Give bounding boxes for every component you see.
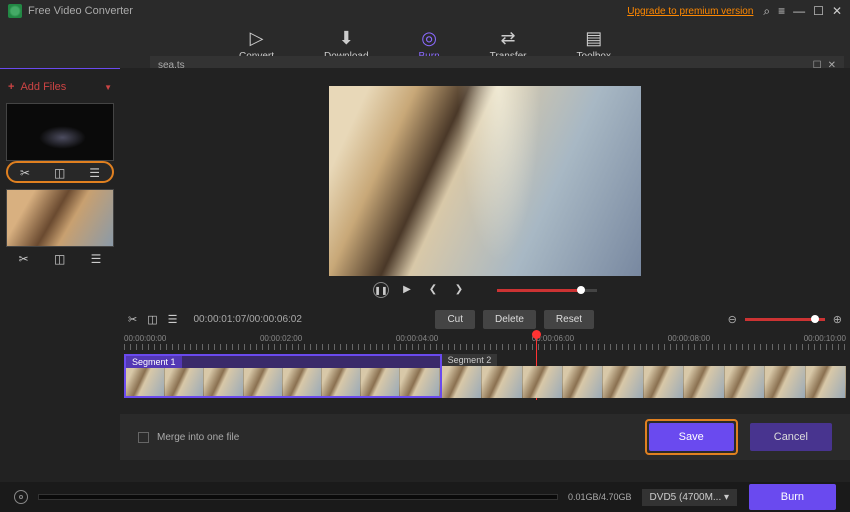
save-button[interactable]: Save: [649, 423, 734, 451]
ruler-tick: 00:00:02:00: [260, 334, 302, 343]
burn-button[interactable]: Burn: [749, 484, 836, 510]
stop-button[interactable]: ▶: [399, 282, 415, 298]
close-icon[interactable]: ✕: [832, 4, 842, 18]
zoom-slider[interactable]: [745, 318, 825, 321]
clip-tools-highlighted: ✂ ◫ ☰: [6, 161, 114, 183]
timecode: 00:00:01:07/00:00:06:02: [194, 314, 302, 325]
toolbox-icon: ▤: [585, 28, 602, 49]
chevron-down-icon: ▼: [104, 83, 112, 92]
segment-2[interactable]: Segment 2: [442, 354, 846, 398]
adjust-icon[interactable]: ☰: [89, 166, 100, 180]
edit-toolbar: ✂ ◫ ☰ 00:00:01:07/00:00:06:02 Cut Delete…: [120, 308, 850, 330]
segment-label: Segment 2: [442, 354, 498, 366]
search-icon[interactable]: ⌕: [763, 4, 770, 19]
disc-icon: [14, 490, 28, 504]
cut-icon[interactable]: ✂: [20, 166, 30, 180]
play-icon: ▷: [250, 28, 264, 49]
footer: 0.01GB/4.70GB DVD5 (4700M... ▾ Burn: [0, 482, 850, 512]
adjust-icon[interactable]: ☰: [168, 313, 178, 326]
ruler-tick: 00:00:04:00: [396, 334, 438, 343]
delete-button[interactable]: Delete: [483, 310, 536, 329]
zoom-in-icon[interactable]: ⊕: [833, 313, 842, 326]
clip-thumbnail: [6, 189, 114, 247]
download-icon: ⬇: [339, 28, 354, 49]
crop-icon[interactable]: ◫: [54, 166, 65, 180]
cut-icon[interactable]: ✂: [128, 313, 137, 326]
save-highlight: Save: [645, 419, 738, 455]
merge-label: Merge into one file: [157, 432, 239, 443]
seek-slider[interactable]: [497, 289, 597, 292]
clip-2[interactable]: ✂ ◫ ☰: [6, 189, 114, 269]
zoom-control: ⊖ ⊕: [728, 313, 842, 326]
add-files-button[interactable]: + Add Files ▼: [6, 77, 114, 103]
app-title: Free Video Converter: [28, 5, 133, 17]
cut-button[interactable]: Cut: [435, 310, 475, 329]
disc-select-label: DVD5 (4700M...: [650, 492, 722, 503]
storage-text: 0.01GB/4.70GB: [568, 492, 632, 502]
ruler-tick: 00:00:00:00: [124, 334, 166, 343]
merge-checkbox[interactable]: [138, 432, 149, 443]
app-icon: [8, 4, 22, 18]
track: Segment 1 Segment 2: [124, 354, 846, 398]
disc-select[interactable]: DVD5 (4700M... ▾: [642, 489, 738, 506]
segment-label: Segment 1: [126, 356, 182, 368]
clip-tools: ✂ ◫ ☰: [6, 247, 114, 269]
zoom-out-icon[interactable]: ⊖: [728, 313, 737, 326]
editor-panel: ❚❚ ▶ ❮ ❯ ✂ ◫ ☰ 00:00:01:07/00:00:06:02 C…: [120, 68, 850, 512]
crop-icon[interactable]: ◫: [54, 252, 65, 266]
storage-bar: [38, 494, 558, 500]
cut-icon[interactable]: ✂: [19, 252, 29, 266]
add-files-label: Add Files: [20, 81, 66, 93]
cancel-button[interactable]: Cancel: [750, 423, 832, 451]
window-controls: ⌕ ≡ — ☐ ✕: [763, 4, 842, 19]
clip-1[interactable]: ✂ ◫ ☰: [6, 103, 114, 183]
disc-icon: ◎: [421, 28, 437, 49]
sidebar: + Add Files ▼ ✂ ◫ ☰ ✂ ◫ ☰: [0, 68, 120, 512]
ruler[interactable]: 00:00:00:00 00:00:02:00 00:00:04:00 00:0…: [120, 332, 850, 350]
plus-icon: +: [8, 81, 14, 93]
next-frame-button[interactable]: ❯: [451, 282, 467, 298]
ruler-tick: 00:00:10:00: [804, 334, 846, 343]
maximize-icon[interactable]: ☐: [813, 4, 824, 18]
minimize-icon[interactable]: —: [793, 4, 805, 18]
adjust-icon[interactable]: ☰: [91, 252, 102, 266]
video-preview: [329, 86, 641, 276]
ruler-tick: 00:00:08:00: [668, 334, 710, 343]
segment-1[interactable]: Segment 1: [124, 354, 442, 398]
premium-link[interactable]: Upgrade to premium version: [627, 6, 753, 17]
transfer-icon: ⇄: [501, 28, 516, 49]
pause-button[interactable]: ❚❚: [373, 282, 389, 298]
timeline: 00:00:00:00 00:00:02:00 00:00:04:00 00:0…: [120, 332, 850, 400]
crop-icon[interactable]: ◫: [147, 313, 157, 326]
reset-button[interactable]: Reset: [544, 310, 594, 329]
preview-frame: [329, 86, 641, 276]
menu-icon[interactable]: ≡: [778, 4, 785, 18]
prev-frame-button[interactable]: ❮: [425, 282, 441, 298]
bottom-panel: Merge into one file Save Cancel: [120, 414, 850, 460]
clip-thumbnail: [6, 103, 114, 161]
titlebar: Free Video Converter Upgrade to premium …: [0, 0, 850, 22]
player-controls: ❚❚ ▶ ❮ ❯: [373, 282, 597, 298]
